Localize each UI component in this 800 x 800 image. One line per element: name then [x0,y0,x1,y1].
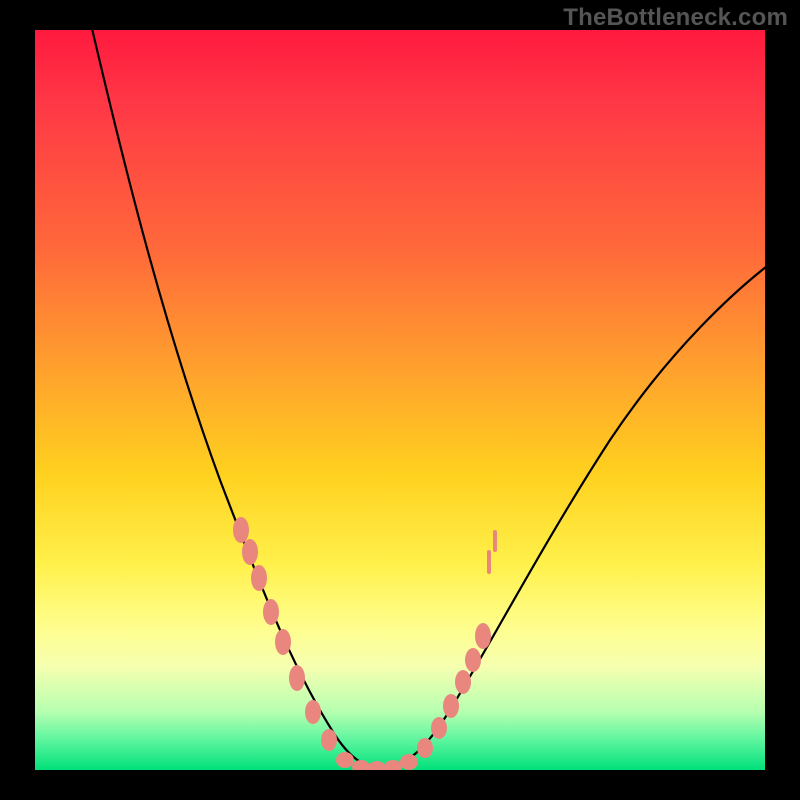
curve-left-branch [90,30,380,768]
marker-group-right [417,530,497,758]
curve-right-branch [380,260,765,768]
bottleneck-curve-svg [35,30,765,770]
marker-group-bottom [336,752,418,770]
chart-frame: TheBottleneck.com [0,0,800,800]
marker-group-left [233,517,337,751]
attribution-label: TheBottleneck.com [563,4,788,32]
plot-area [35,30,765,770]
